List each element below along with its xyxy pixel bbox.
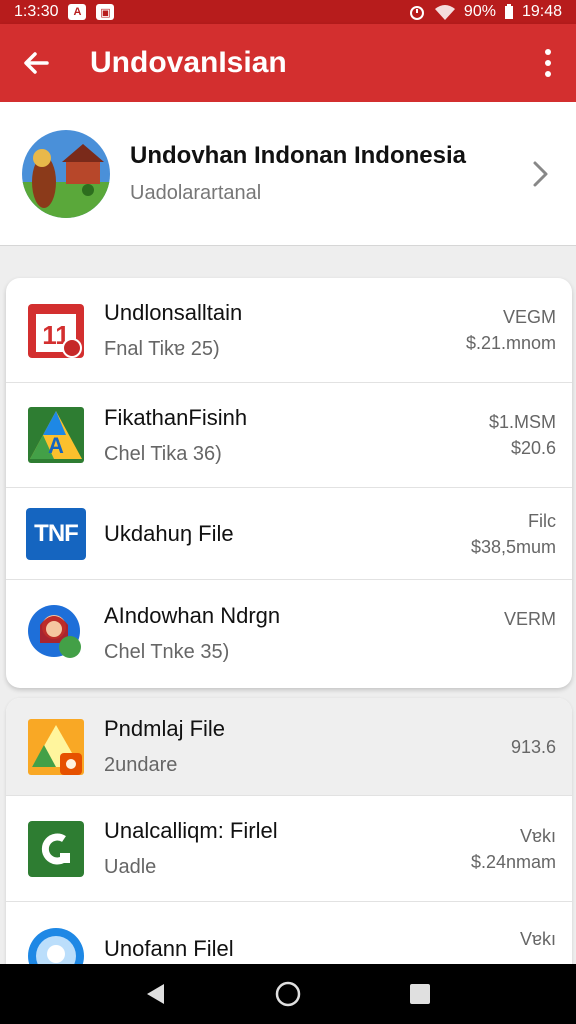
item-meta-top: Vɐkı	[519, 825, 556, 846]
profile-name: Undovhan Indonan Indonesia	[130, 142, 466, 169]
nav-home-icon[interactable]	[268, 974, 308, 1014]
blue-app-icon	[26, 926, 86, 968]
list-item[interactable]: 11 Undlonsalltain Fnal Tikɐ 25) VEGM $.2…	[6, 278, 572, 383]
item-meta-bottom: $.21.mnom	[465, 333, 556, 353]
drive-app-icon: A	[26, 405, 86, 465]
item-meta-bottom: $.24nmam	[470, 851, 556, 872]
item-meta-top: Vɐkı	[519, 929, 556, 949]
svg-text:A: A	[48, 433, 64, 458]
list-item[interactable]: AIndowhan Ndrgn Chel Tnke 35) VERM	[6, 580, 572, 686]
wifi-icon	[434, 5, 455, 20]
item-subtitle: 2undare	[104, 754, 178, 776]
back-arrow-icon[interactable]	[20, 47, 52, 79]
chevron-right-icon[interactable]	[530, 158, 554, 190]
status-time-left: 1:3:30	[14, 3, 59, 20]
status-time-right: 19:48	[521, 3, 562, 20]
more-vert-icon[interactable]	[540, 47, 556, 79]
item-title: Unalcalliqm: Firlel	[104, 818, 278, 843]
item-meta-bottom: $38,5mum	[470, 536, 556, 557]
system-nav-bar	[0, 964, 576, 1024]
list-item[interactable]: Pndmlaj File 2undare 913.6	[6, 698, 572, 796]
drive-folder-icon	[26, 717, 86, 777]
item-subtitle: Fnal Tikɐ 25)	[104, 337, 220, 360]
status-bar: 1:3:30 A ▣ 90% 19:48	[0, 0, 576, 24]
profile-subtitle: Uadolarartanal	[130, 182, 262, 204]
list-item[interactable]: A FikathanFisinh Chel Tika 36) $1.MSM $2…	[6, 383, 572, 488]
tnf-app-icon: TNF	[26, 507, 86, 560]
list-item[interactable]: Unalcalliqm: Firlel Uadle Vɐkı $.24nmam	[6, 796, 572, 902]
avatar-app-icon	[26, 603, 86, 663]
battery-icon	[504, 4, 513, 19]
list-item[interactable]: Unofann Filel Vɐkı	[6, 902, 572, 968]
notification-app-icon: ▣	[96, 4, 115, 20]
item-title: Unofann Filel	[104, 936, 234, 961]
list-item[interactable]: TNF Ukdahuŋ File Filc $38,5mum	[6, 488, 572, 580]
calendar-app-icon: 11	[26, 300, 86, 360]
item-title: Pndmlaj File	[104, 716, 226, 741]
item-meta-bottom: $20.6	[510, 438, 556, 458]
nav-back-icon[interactable]	[136, 974, 176, 1014]
item-title: AIndowhan Ndrgn	[104, 602, 281, 628]
item-subtitle: Chel Tika 36)	[104, 442, 222, 465]
item-meta-top: VEGM	[502, 307, 556, 327]
item-meta-top: VERM	[503, 609, 556, 629]
notification-a-icon: A	[68, 4, 87, 20]
alarm-icon	[409, 6, 424, 20]
item-meta-top: Filc	[528, 510, 556, 531]
page-title: UndovanIsian	[90, 46, 287, 79]
item-subtitle: Chel Tnke 35)	[104, 640, 230, 663]
item-title: FikathanFisinh	[104, 404, 248, 430]
tnf-icon-label: TNF	[34, 519, 79, 547]
file-list-card-2: Pndmlaj File 2undare 913.6 Unalcalliqm: …	[6, 698, 572, 968]
item-title: Undlonsalltain	[104, 299, 243, 325]
profile-avatar	[22, 129, 110, 218]
file-list-card: 11 Undlonsalltain Fnal Tikɐ 25) VEGM $.2…	[6, 278, 572, 688]
nav-recents-icon[interactable]	[400, 974, 440, 1014]
item-meta-top: $1.MSM	[488, 412, 556, 432]
item-subtitle: Uadle	[104, 856, 157, 878]
app-bar: UndovanIsian	[0, 24, 576, 102]
battery-level: 90%	[463, 3, 496, 20]
green-app-icon	[26, 819, 86, 879]
item-title: Ukdahuŋ File	[104, 520, 234, 546]
item-meta-bottom: 913.6	[510, 736, 556, 757]
profile-card[interactable]: Undovhan Indonan Indonesia Uadolarartana…	[0, 102, 576, 246]
